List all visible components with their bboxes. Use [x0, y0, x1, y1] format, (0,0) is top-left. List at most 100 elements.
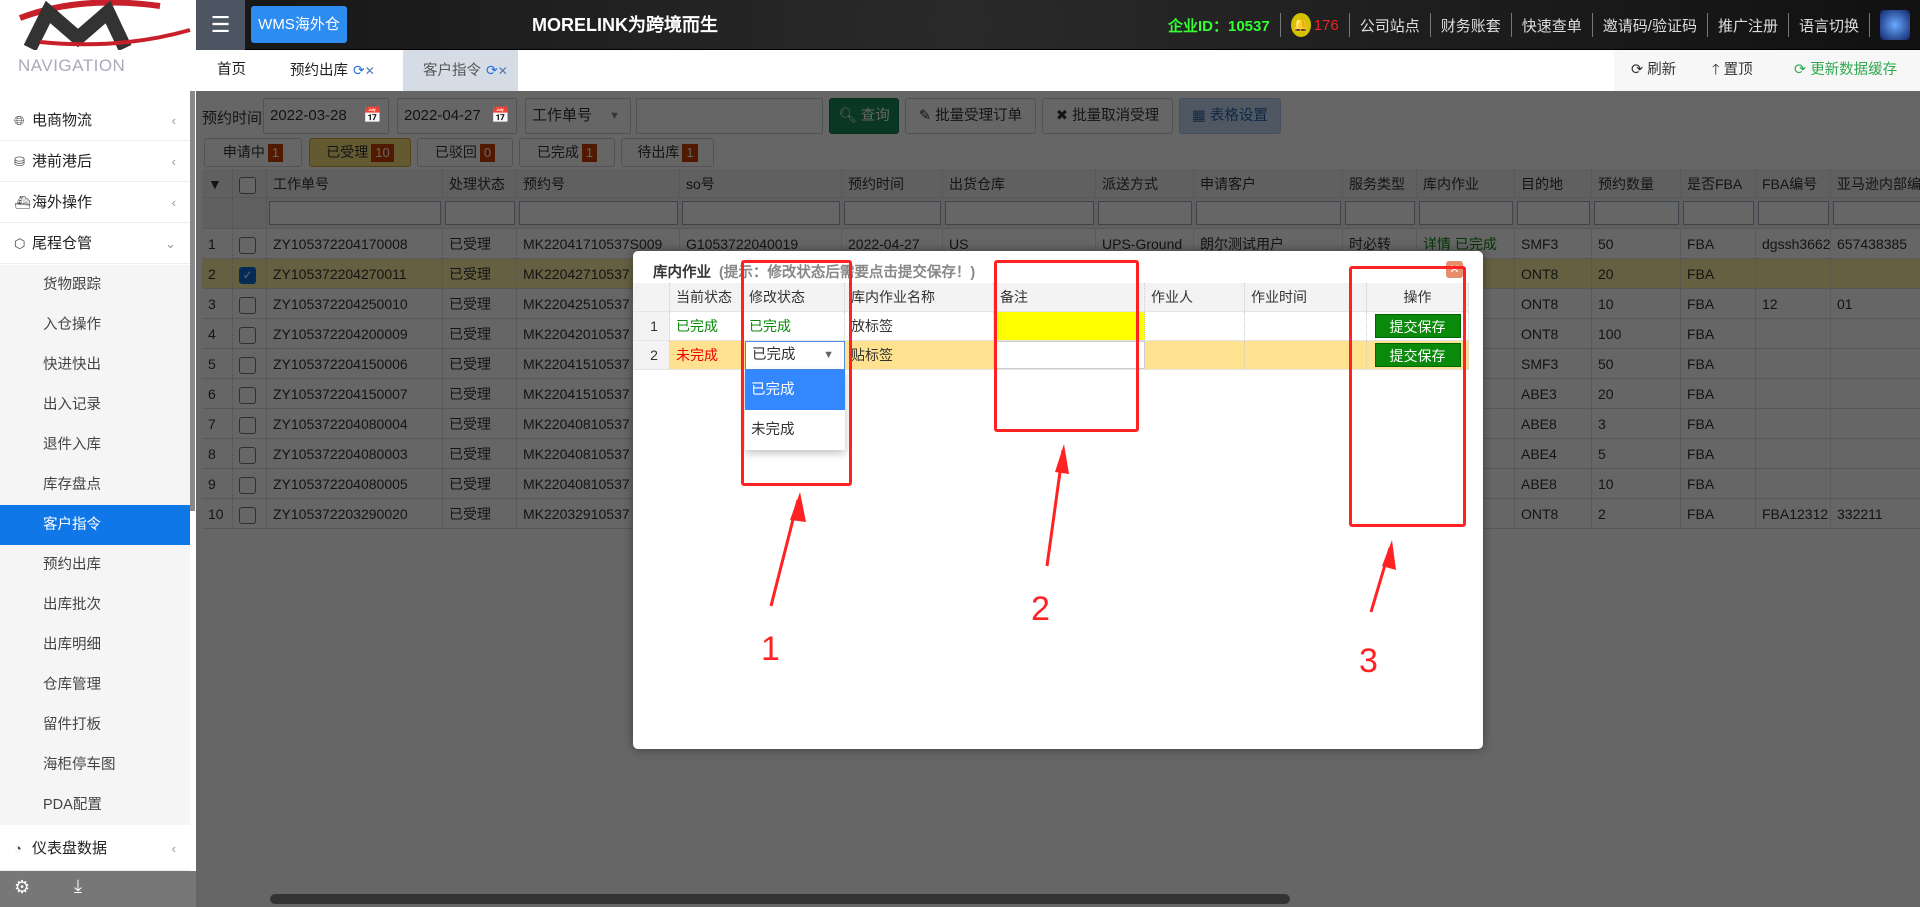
update-cache-button[interactable]: ⟳ 更新数据缓存 [1794, 50, 1897, 91]
filter-input[interactable] [1831, 198, 1920, 228]
sidebar-subitem[interactable]: 出库批次 [0, 585, 190, 625]
filter-input[interactable] [267, 198, 443, 228]
close-icon[interactable]: ✕ [365, 64, 375, 78]
filter-input[interactable] [1343, 198, 1417, 228]
status-tab[interactable]: 已受理 10 [309, 138, 411, 167]
status-tab[interactable]: 待出库 1 [621, 138, 714, 167]
tab-reserve-out[interactable]: 预约出库 ⟳✕ [290, 50, 375, 91]
column-header[interactable]: 预约号 [517, 169, 680, 197]
refresh-icon[interactable]: ⟳ [486, 62, 498, 78]
filter-box[interactable] [1098, 201, 1192, 225]
sidebar-subitem[interactable]: 留件打板 [0, 705, 190, 745]
column-header[interactable]: 申请客户 [1194, 169, 1343, 197]
sidebar-subitem[interactable]: 出入记录 [0, 385, 190, 425]
sidebar-subitem[interactable]: 货物跟踪 [0, 265, 190, 305]
filter-input[interactable] [1515, 198, 1592, 228]
sidebar-subitem[interactable]: 库存盘点 [0, 465, 190, 505]
filter-box[interactable] [1517, 201, 1590, 225]
link-finance[interactable]: 财务账套 [1441, 15, 1501, 36]
link-language[interactable]: 语言切换 [1799, 15, 1859, 36]
date-from-input[interactable]: 2022-03-28 📅 [263, 98, 389, 134]
batch-accept-button[interactable]: ✎ 批量受理订单 [905, 98, 1036, 134]
filter-box[interactable] [945, 201, 1094, 225]
column-header[interactable]: 处理状态 [443, 169, 517, 197]
column-header[interactable]: 预约数量 [1592, 169, 1681, 197]
filter-input[interactable] [1194, 198, 1343, 228]
filter-input[interactable] [443, 198, 517, 228]
column-header[interactable]: 是否FBA [1681, 169, 1756, 197]
link-invite-code[interactable]: 邀请码/验证码 [1603, 15, 1697, 36]
filter-icon[interactable]: ▼ [202, 169, 233, 197]
filter-box[interactable] [1196, 201, 1341, 225]
sidebar-subitem[interactable]: 预约出库 [0, 545, 190, 585]
row-checkbox[interactable] [239, 296, 256, 314]
tab-customer-instruction[interactable]: 客户指令 ⟳✕ [403, 50, 518, 91]
select-all-checkbox[interactable] [239, 176, 256, 194]
sidebar-item[interactable]: ⛴海外操作 ‹ [0, 183, 190, 223]
column-header[interactable]: 服务类型 [1343, 169, 1417, 197]
filter-input[interactable] [1096, 198, 1194, 228]
search-input[interactable] [636, 98, 823, 134]
row-checkbox[interactable] [239, 356, 256, 374]
close-icon[interactable]: ✕ [498, 64, 508, 78]
hamburger-icon[interactable]: ☰ [196, 0, 245, 50]
filter-box[interactable] [269, 201, 441, 225]
filter-box[interactable] [519, 201, 678, 225]
status-tab[interactable]: 申请中 1 [204, 138, 302, 167]
row-checkbox[interactable] [239, 326, 256, 344]
filter-input[interactable] [1417, 198, 1515, 228]
column-header[interactable]: 库内作业 [1417, 169, 1515, 197]
horizontal-scrollbar[interactable] [270, 894, 1290, 904]
sidebar-subitem[interactable]: 仓库管理 [0, 665, 190, 705]
row-checkbox[interactable] [239, 386, 256, 404]
column-header[interactable]: 目的地 [1515, 169, 1592, 197]
link-quick-query[interactable]: 快速查单 [1522, 15, 1582, 36]
column-header[interactable]: 预约时间 [842, 169, 943, 197]
sidebar-subitem[interactable]: 快进快出 [0, 345, 190, 385]
field-select[interactable]: 工作单号 ▼ [525, 98, 631, 134]
filter-box[interactable] [445, 201, 515, 225]
filter-box[interactable] [1758, 201, 1829, 225]
refresh-icon[interactable]: ⟳ [353, 62, 365, 78]
batch-cancel-button[interactable]: ✖ 批量取消受理 [1042, 98, 1173, 134]
refresh-button[interactable]: ⟳ 刷新 [1631, 50, 1676, 91]
calendar-icon[interactable]: 📅 [363, 99, 382, 133]
app-switch-button[interactable]: WMS海外仓 [251, 6, 347, 43]
filter-box[interactable] [682, 201, 840, 225]
download-icon[interactable]: ⤓ [74, 876, 82, 897]
filter-input[interactable] [842, 198, 943, 228]
filter-input[interactable] [1681, 198, 1756, 228]
row-checkbox[interactable] [239, 506, 256, 524]
filter-input[interactable] [1756, 198, 1831, 228]
settings-icon[interactable]: ⚙ [14, 877, 30, 898]
query-button[interactable]: 🔍︎ 查询 [829, 98, 899, 134]
column-header[interactable]: so号 [680, 169, 842, 197]
user-avatar[interactable] [1880, 10, 1910, 40]
sidebar-item-dashboard[interactable]: ◔ 仪表盘数据 ‹ [0, 826, 190, 871]
tab-home[interactable]: 首页 [217, 50, 246, 91]
sidebar-item[interactable]: ⬡ 尾程仓管 ⌄ [0, 224, 190, 264]
filter-box[interactable] [844, 201, 941, 225]
table-settings-button[interactable]: ▦ 表格设置 [1179, 98, 1281, 134]
sidebar-subitem[interactable]: 退件入库 [0, 425, 190, 465]
sidebar-subitem[interactable]: 出库明细 [0, 625, 190, 665]
row-checkbox[interactable] [239, 446, 256, 464]
pin-top-button[interactable]: 🡑 置顶 [1712, 50, 1753, 91]
filter-input[interactable] [680, 198, 842, 228]
sidebar-item[interactable]: 🌐︎ 电商物流 ‹ [0, 101, 190, 141]
link-company-site[interactable]: 公司站点 [1360, 15, 1420, 36]
filter-input[interactable] [943, 198, 1096, 228]
column-header[interactable]: FBA编号 [1756, 169, 1831, 197]
column-header[interactable]: 工作单号 [267, 169, 443, 197]
link-promote[interactable]: 推广注册 [1718, 15, 1778, 36]
filter-box[interactable] [1419, 201, 1513, 225]
row-checkbox[interactable] [239, 476, 256, 494]
filter-box[interactable] [1345, 201, 1415, 225]
filter-box[interactable] [1594, 201, 1679, 225]
sidebar-subitem[interactable]: 客户指令 [0, 505, 190, 545]
sidebar-item[interactable]: ⛁ 港前港后 ‹ [0, 142, 190, 182]
column-header[interactable]: 派送方式 [1096, 169, 1194, 197]
status-tab[interactable]: 已完成 1 [519, 138, 615, 167]
row-checkbox[interactable]: ✓ [239, 266, 256, 284]
sidebar-subitem[interactable]: PDA配置 [0, 785, 190, 825]
